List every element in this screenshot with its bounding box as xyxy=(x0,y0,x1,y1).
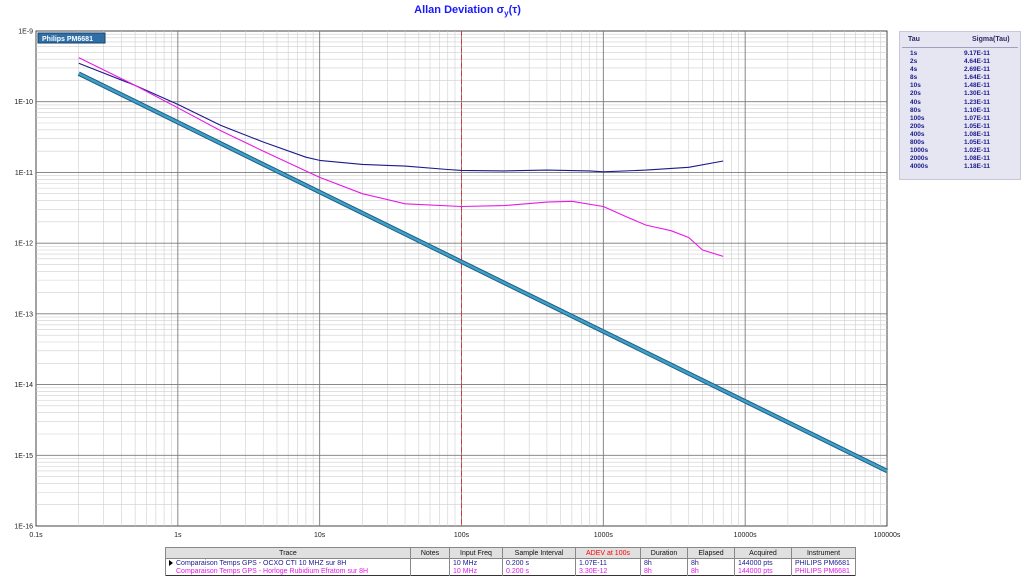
col-duration[interactable]: Duration xyxy=(640,547,688,559)
y-tick-label: 1E-16 xyxy=(14,524,33,531)
legend-label: Philips PM6681 xyxy=(42,36,93,43)
adev-chart: 1E-91E-101E-111E-121E-131E-141E-151E-16 … xyxy=(14,29,901,540)
y-tick-label: 1E-15 xyxy=(14,453,33,460)
sample-interval: 0.200 s xyxy=(502,558,576,567)
input-freq: 10 MHz xyxy=(449,567,503,576)
notes xyxy=(410,558,450,567)
x-tick-label: 10s xyxy=(314,532,326,539)
sigma-value: 1.05E-11 xyxy=(964,122,991,130)
tau-value: 10s xyxy=(910,82,921,90)
col-elapsed[interactable]: Elapsed xyxy=(687,547,735,559)
tau-value: 40s xyxy=(910,98,921,106)
tau-value: 200s xyxy=(910,122,925,130)
sigma-value: 9.17E-11 xyxy=(964,50,991,57)
x-tick-label: 10000s xyxy=(734,532,757,539)
duration: 8h xyxy=(640,567,688,576)
elapsed: 8h xyxy=(687,567,735,576)
sigma-value: 1.18E-11 xyxy=(964,163,991,171)
y-tick-label: 1E-10 xyxy=(14,99,33,106)
adev-value: 3.30E-12 xyxy=(575,567,641,576)
input-freq: 10 MHz xyxy=(449,558,503,567)
selected-row-marker-icon xyxy=(169,559,173,566)
y-tick-label: 1E-12 xyxy=(14,241,33,248)
duration: 8h xyxy=(640,558,688,567)
tau-row: 400s 1.08E-11 xyxy=(900,131,1020,139)
y-tick-label: 1E-13 xyxy=(14,311,33,318)
sigma-value: 1.02E-11 xyxy=(964,147,991,155)
tau-row: 80s 1.10E-11 xyxy=(900,107,1020,115)
trace-info-table: Trace Notes Input Freq Sample Interval A… xyxy=(165,547,856,576)
col-input-freq[interactable]: Input Freq xyxy=(449,547,503,559)
notes xyxy=(410,567,450,576)
adev-value: 1.07E-11 xyxy=(575,558,641,567)
tau-value: 4000s xyxy=(910,163,929,171)
sigma-value: 1.48E-11 xyxy=(964,82,991,90)
tau-row: 2s 4.64E-11 xyxy=(900,58,1020,66)
y-tick-label: 1E-14 xyxy=(14,382,33,389)
col-trace[interactable]: Trace xyxy=(165,547,411,559)
tau-value: 1s xyxy=(910,50,918,57)
tau-value: 80s xyxy=(910,106,921,114)
tau-header: Tau xyxy=(908,36,920,43)
tau-row: 20s 1.30E-11 xyxy=(900,90,1020,98)
sigma-value: 1.30E-11 xyxy=(964,90,991,98)
tau-row: 1s 9.17E-11 xyxy=(900,50,1020,58)
tau-row: 1000s 1.02E-11 xyxy=(900,147,1020,155)
x-tick-label: 100000s xyxy=(874,532,901,539)
y-tick-label: 1E-9 xyxy=(18,29,33,36)
elapsed: 8h xyxy=(687,558,735,567)
x-tick-label: 100s xyxy=(454,532,470,539)
tau-value: 1000s xyxy=(910,147,929,155)
tau-row: 200s 1.05E-11 xyxy=(900,123,1020,131)
x-tick-label: 0.1s xyxy=(29,532,43,539)
tau-row: 2000s 1.08E-11 xyxy=(900,155,1020,163)
tau-row: 100s 1.07E-11 xyxy=(900,115,1020,123)
tau-separator xyxy=(902,47,1018,48)
tau-row: 800s 1.05E-11 xyxy=(900,139,1020,147)
x-tick-label: 1s xyxy=(174,532,182,539)
sigma-value: 1.05E-11 xyxy=(964,139,991,147)
trace-name: Comparaison Temps GPS - OCXO CTI 10 MHZ … xyxy=(176,559,347,567)
chart-legend[interactable]: Philips PM6681 xyxy=(37,32,106,44)
sigma-value: 1.23E-11 xyxy=(964,98,991,106)
col-adev[interactable]: ADEV at 100s xyxy=(575,547,641,559)
tau-row: 4000s 1.18E-11 xyxy=(900,163,1020,171)
tau-value: 20s xyxy=(910,90,921,98)
acquired: 144000 pts xyxy=(734,567,792,576)
tau-value: 2s xyxy=(910,58,918,66)
tau-value: 100s xyxy=(910,114,925,122)
instrument: PHILIPS PM6681 xyxy=(791,567,856,576)
sigma-value: 1.64E-11 xyxy=(964,74,991,82)
tau-row: 10s 1.48E-11 xyxy=(900,82,1020,90)
col-sample-interval[interactable]: Sample Interval xyxy=(502,547,576,559)
instrument: PHILIPS PM6681 xyxy=(791,558,856,567)
trace-name: Comparaison Temps GPS - Horloge Rubidium… xyxy=(176,567,369,575)
tau-row: 8s 1.64E-11 xyxy=(900,74,1020,82)
tau-value: 800s xyxy=(910,139,925,147)
col-acquired[interactable]: Acquired xyxy=(734,547,792,559)
table-row[interactable]: Comparaison Temps GPS - OCXO CTI 10 MHZ … xyxy=(165,558,856,567)
tau-row: 4s 2.69E-11 xyxy=(900,66,1020,74)
sigma-value: 1.08E-11 xyxy=(964,155,991,163)
tau-value: 8s xyxy=(910,74,918,82)
table-row[interactable]: Comparaison Temps GPS - Horloge Rubidium… xyxy=(165,567,856,576)
sigma-value: 2.69E-11 xyxy=(964,66,991,74)
col-instrument[interactable]: Instrument xyxy=(791,547,856,559)
col-notes[interactable]: Notes xyxy=(410,547,450,559)
y-tick-label: 1E-11 xyxy=(15,170,33,177)
sigma-value: 1.07E-11 xyxy=(964,114,991,122)
tau-value: 400s xyxy=(910,130,925,138)
sigma-value: 4.64E-11 xyxy=(964,58,991,66)
tau-value: 4s xyxy=(910,66,918,74)
x-tick-label: 1000s xyxy=(594,532,614,539)
tau-value: 2000s xyxy=(910,155,929,163)
tau-sigma-panel: Tau Sigma(Tau) 1s 9.17E-11 2s 4.64E-11 4s 2.6… xyxy=(899,31,1021,180)
sigma-value: 1.08E-11 xyxy=(964,130,991,138)
sample-interval: 0.200 s xyxy=(502,567,576,576)
tau-row: 40s 1.23E-11 xyxy=(900,99,1020,107)
acquired: 144000 pts xyxy=(734,558,792,567)
sigma-header: Sigma(Tau) xyxy=(972,36,1010,43)
sigma-value: 1.10E-11 xyxy=(964,106,991,114)
